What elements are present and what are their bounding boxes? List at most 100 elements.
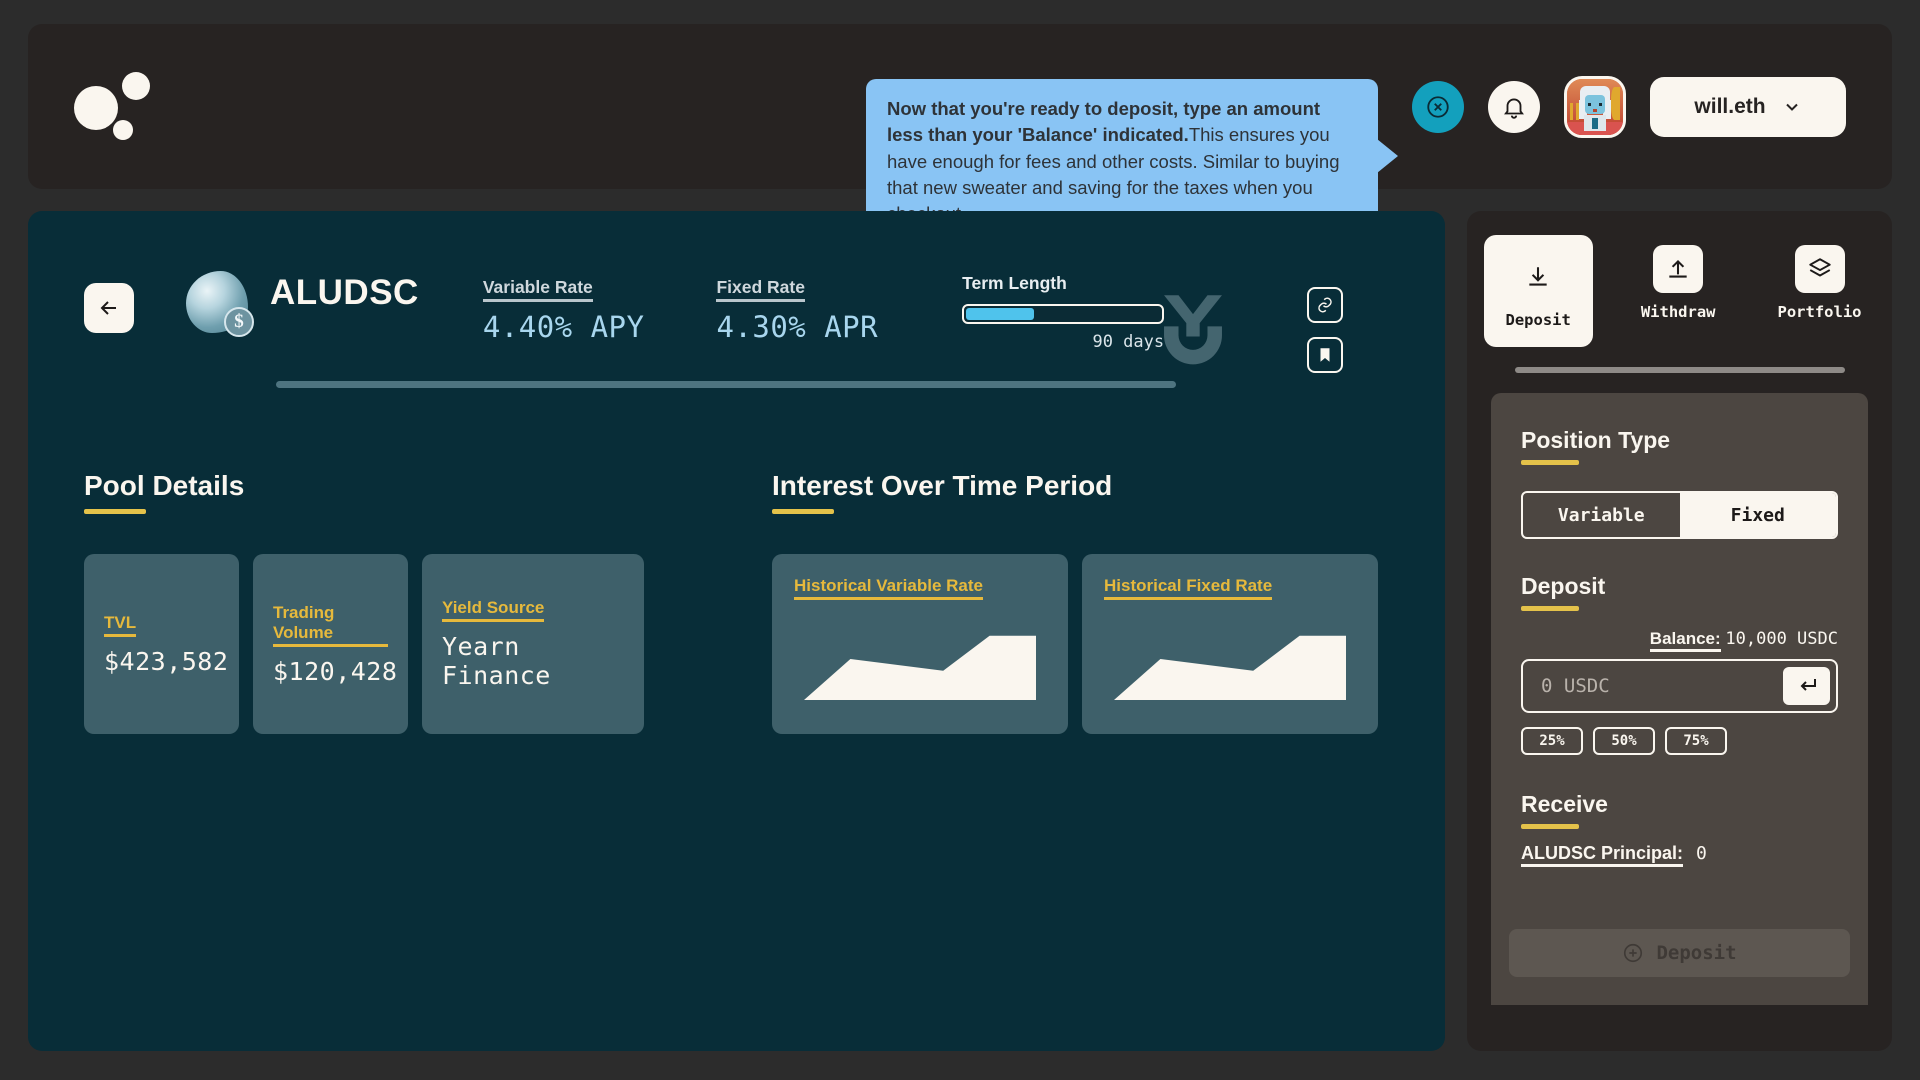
receive-principal-row: ALUDSC Principal: 0 xyxy=(1521,843,1838,867)
logo-dot-small xyxy=(113,119,133,140)
term-progress-bar xyxy=(962,304,1165,324)
wallet-label: will.eth xyxy=(1694,94,1766,118)
fixed-rate-label: Fixed Rate xyxy=(716,277,805,302)
app-body: $ ALUDSC Variable Rate 4.40% APY Fixed R… xyxy=(28,211,1892,1051)
position-type-title: Position Type xyxy=(1521,427,1671,453)
term-days-value: 90 days xyxy=(1092,332,1165,352)
stat-card-label: Yield Source xyxy=(442,598,545,622)
variable-rate-value: 4.40% APY xyxy=(482,310,645,344)
chart-card[interactable]: Historical Fixed Rate xyxy=(1082,554,1378,734)
wallet-button[interactable]: will.eth xyxy=(1650,76,1846,137)
interest-charts: Historical Variable Rate Historical Fixe… xyxy=(772,554,1378,734)
bell-icon xyxy=(1504,98,1524,119)
chart-card-label: Historical Fixed Rate xyxy=(1104,576,1273,600)
historical-fixed-rate-chart xyxy=(1114,635,1346,700)
tab-deposit-label: Deposit xyxy=(1505,311,1571,329)
quick-amount-75[interactable]: 75% xyxy=(1665,727,1727,755)
stat-card-label: TVL xyxy=(104,613,137,637)
bookmark-icon xyxy=(1320,348,1330,362)
deposit-amount-row xyxy=(1521,659,1838,713)
close-icon xyxy=(1427,95,1449,118)
deposit-form-panel: Position Type Variable Fixed Deposit Bal… xyxy=(1491,393,1868,1005)
link-icon xyxy=(1318,297,1332,313)
receive-principal-label: ALUDSC Principal: xyxy=(1521,843,1684,867)
stat-card: Trading Volume $120,428 xyxy=(253,554,408,734)
back-button[interactable] xyxy=(84,283,134,333)
close-tour-button[interactable] xyxy=(1412,80,1464,133)
term-progress-fill xyxy=(966,308,1034,320)
sidebar-tabs: Deposit Withdraw Portfolio xyxy=(1483,235,1868,347)
deposit-title: Deposit xyxy=(1521,573,1606,599)
brand-dots-logo[interactable] xyxy=(74,71,166,142)
quick-amount-50[interactable]: 50% xyxy=(1593,727,1655,755)
pool-details-section: Pool Details TVL $423,582 Trading Volume… xyxy=(84,470,644,734)
tab-portfolio[interactable]: Portfolio xyxy=(1764,235,1876,331)
balance-row: Balance: 10,000 USDC xyxy=(1521,629,1838,652)
download-icon xyxy=(1513,253,1563,301)
quick-amount-buttons: 25% 50% 75% xyxy=(1521,727,1838,755)
logo-dot-large xyxy=(74,85,118,130)
enter-key-icon xyxy=(1800,679,1816,691)
stat-card: Yield Source Yearn Finance xyxy=(422,554,644,734)
pool-side-actions xyxy=(1307,287,1343,373)
action-sidebar: Deposit Withdraw Portfolio Position Type… xyxy=(1467,211,1892,1051)
token-icon: $ xyxy=(186,271,254,337)
receive-section: Receive ALUDSC Principal: 0 xyxy=(1521,791,1838,867)
chart-card-label: Historical Variable Rate xyxy=(794,576,983,600)
position-type-variable[interactable]: Variable xyxy=(1523,493,1680,537)
upload-icon xyxy=(1653,245,1704,293)
chart-card[interactable]: Historical Variable Rate xyxy=(772,554,1068,734)
position-type-underline xyxy=(1521,460,1579,465)
pool-panel: $ ALUDSC Variable Rate 4.40% APY Fixed R… xyxy=(28,211,1445,1051)
avatar-eye-left xyxy=(1588,102,1592,106)
term-length-label: Term Length xyxy=(962,273,1067,293)
stat-card: TVL $423,582 xyxy=(84,554,239,734)
pool-details-underline xyxy=(84,509,146,514)
pool-sections: Pool Details TVL $423,582 Trading Volume… xyxy=(84,470,1389,734)
bookmark-button[interactable] xyxy=(1307,337,1343,373)
interest-underline xyxy=(772,509,834,514)
pool-details-title: Pool Details xyxy=(84,470,245,501)
historical-variable-rate-chart xyxy=(804,635,1036,700)
stat-card-value: $423,582 xyxy=(104,646,229,676)
avatar[interactable] xyxy=(1564,75,1626,138)
pool-details-cards: TVL $423,582 Trading Volume $120,428 Yie… xyxy=(84,554,644,734)
deposit-cta-button[interactable]: Deposit xyxy=(1509,929,1850,977)
layers-icon xyxy=(1794,245,1845,293)
plus-circle-icon xyxy=(1624,943,1643,963)
avatar-tie xyxy=(1592,117,1598,129)
interest-section: Interest Over Time Period Historical Var… xyxy=(772,470,1378,734)
copy-link-button[interactable] xyxy=(1307,287,1343,323)
tab-withdraw[interactable]: Withdraw xyxy=(1627,235,1730,331)
notifications-button[interactable] xyxy=(1488,80,1540,133)
balance-label: Balance: xyxy=(1649,629,1721,652)
fixed-rate-stat: Fixed Rate 4.30% APR xyxy=(716,277,878,344)
deposit-section: Deposit Balance: 10,000 USDC 0 USDC 25% … xyxy=(1521,573,1838,755)
tab-deposit[interactable]: Deposit xyxy=(1483,235,1593,347)
section-divider xyxy=(276,381,1176,388)
deposit-amount-input[interactable] xyxy=(1541,675,1783,697)
quick-amount-25[interactable]: 25% xyxy=(1521,727,1583,755)
avatar-eye-right xyxy=(1598,102,1602,106)
sidebar-scrollbar[interactable] xyxy=(1514,367,1845,373)
logo-dot-medium xyxy=(122,71,150,100)
position-type-fixed[interactable]: Fixed xyxy=(1679,493,1836,537)
receive-underline xyxy=(1521,824,1579,829)
tab-portfolio-label: Portfolio xyxy=(1777,303,1862,321)
balance-value: 10,000 USDC xyxy=(1725,629,1838,649)
yearn-y-logo xyxy=(1164,295,1222,365)
tab-withdraw-label: Withdraw xyxy=(1640,303,1716,321)
term-length-stat: Term Length 90 days xyxy=(962,273,1165,352)
avatar-harp xyxy=(1610,87,1620,120)
variable-rate-label: Variable Rate xyxy=(482,277,593,302)
page-title: ALUDSC xyxy=(270,273,419,312)
dollar-badge-icon: $ xyxy=(224,307,254,337)
deposit-submit-button[interactable] xyxy=(1783,667,1830,705)
fixed-rate-value: 4.30% APR xyxy=(716,310,879,344)
stat-card-value: $120,428 xyxy=(273,656,398,686)
pool-header: $ ALUDSC Variable Rate 4.40% APY Fixed R… xyxy=(84,245,1389,375)
receive-principal-value: 0 xyxy=(1696,843,1707,864)
stat-card-value: Yearn Finance xyxy=(442,632,551,690)
avatar-mouth xyxy=(1593,108,1597,112)
stat-card-label: Trading Volume xyxy=(273,603,388,647)
